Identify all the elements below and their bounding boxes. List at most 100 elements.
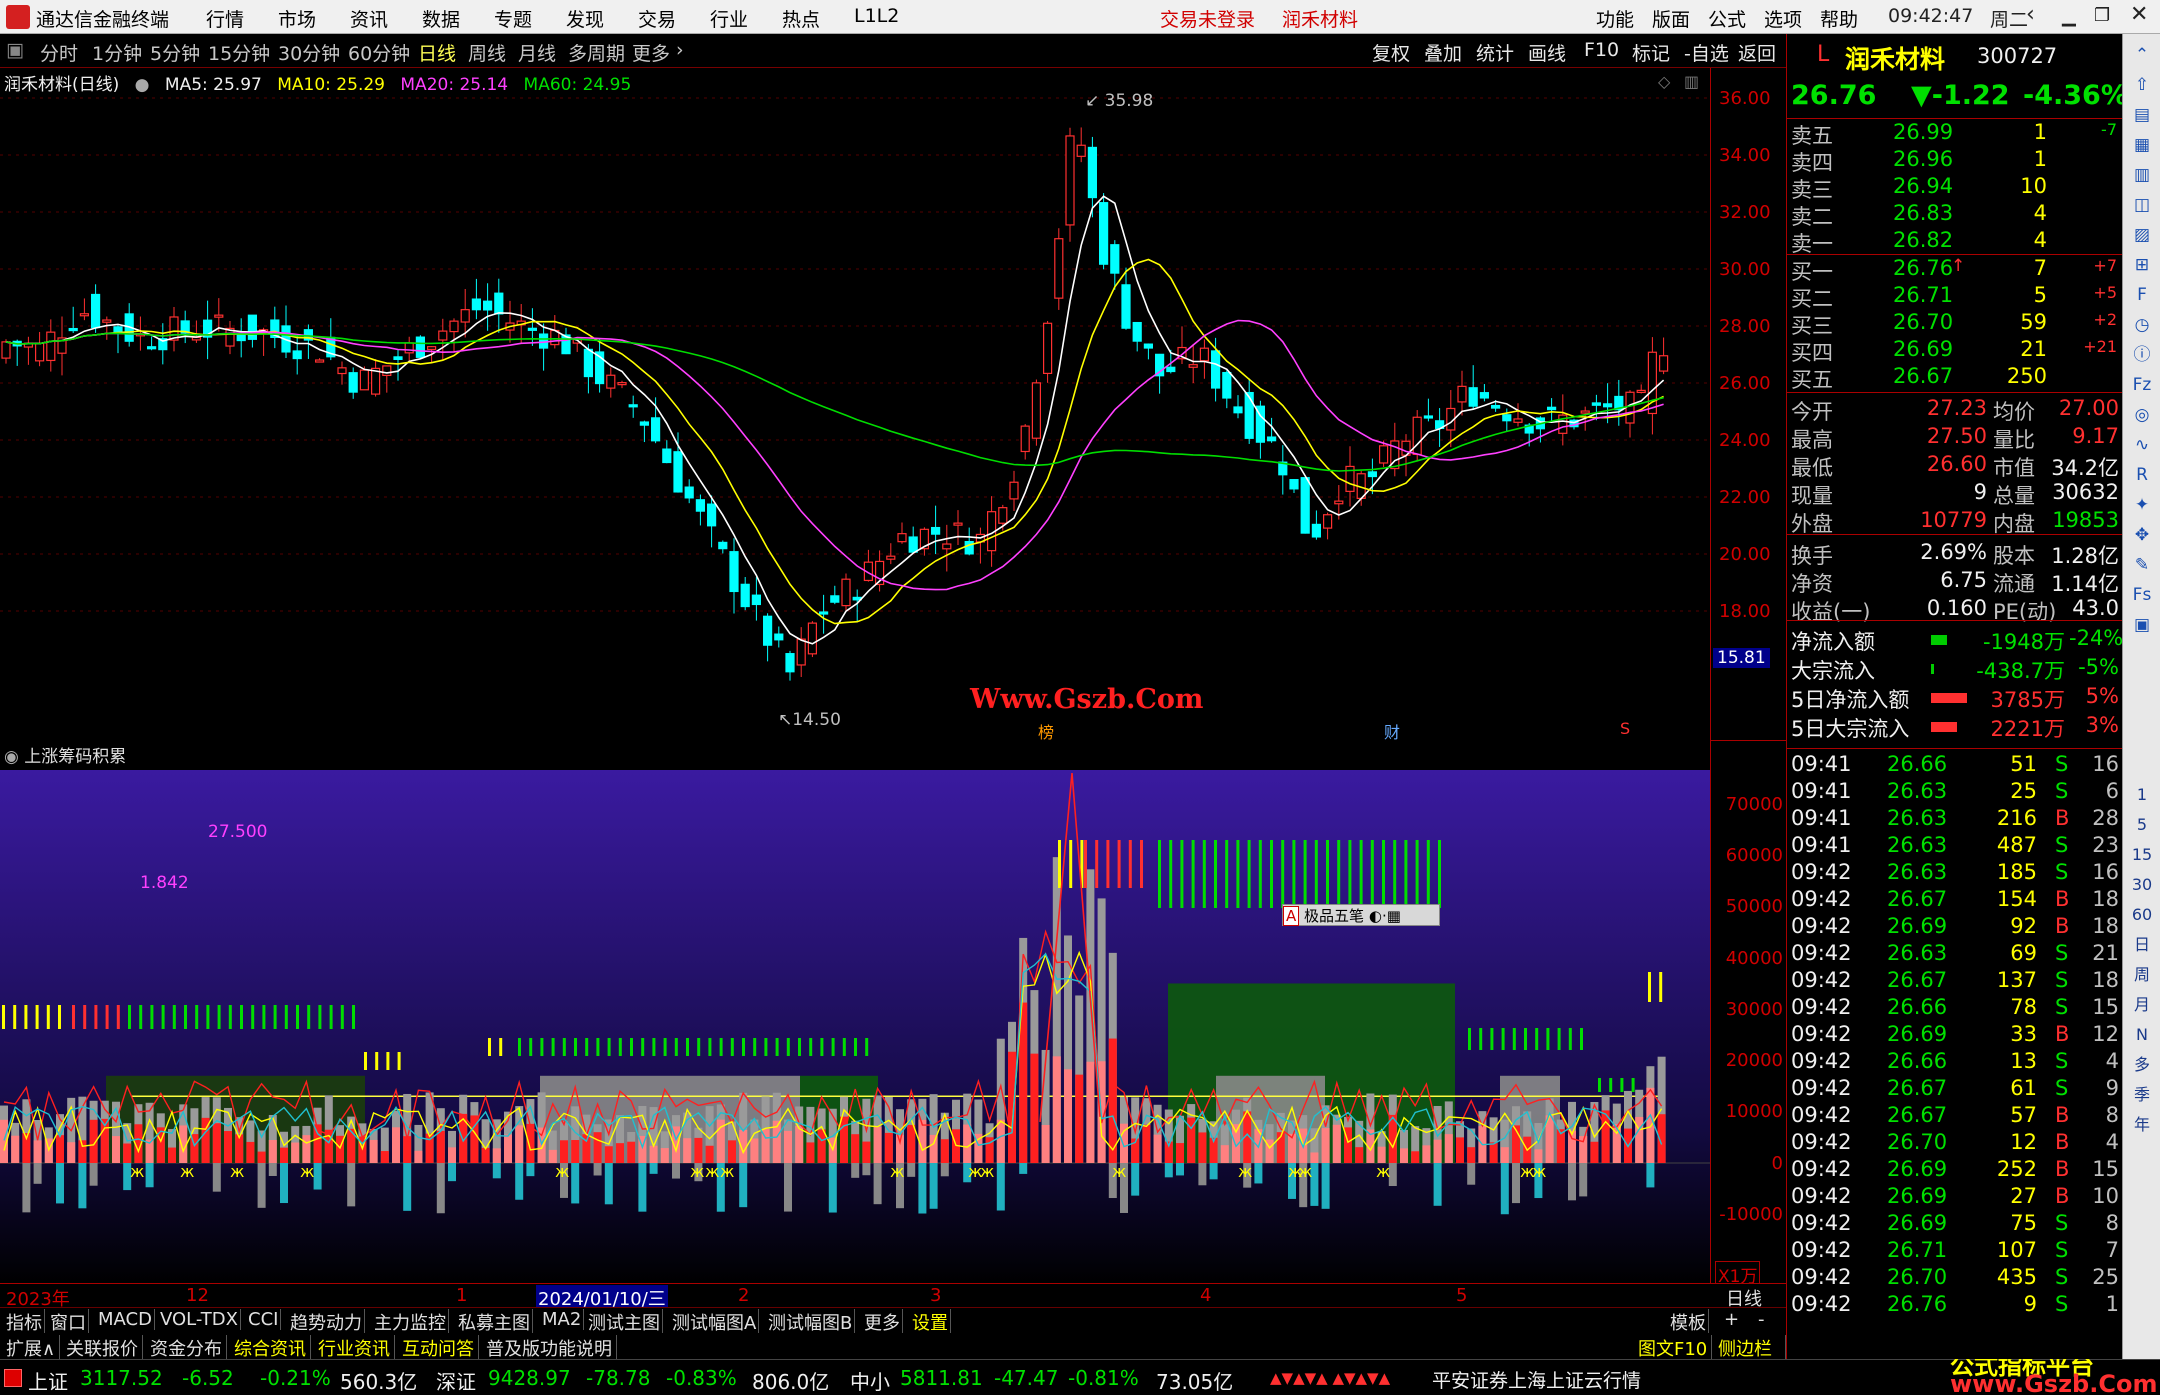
btn-f10-text[interactable]: 图文F10 xyxy=(1634,1335,1713,1361)
sidebar-period-3[interactable]: 30 xyxy=(2129,872,2155,898)
list-icon[interactable]: ▥ xyxy=(2129,162,2155,188)
box-icon[interactable]: ▥ xyxy=(1684,72,1699,91)
menu-item-discover[interactable]: 发现 xyxy=(566,5,604,32)
ask-row[interactable]: 卖三 26.94 10 xyxy=(1787,174,2123,202)
sidebar-period-0[interactable]: 1 xyxy=(2129,782,2155,808)
ime-moon-icon[interactable]: ◐ xyxy=(1369,907,1382,925)
tab-test-main[interactable]: 测试主图 xyxy=(586,1309,663,1335)
tab-ma2[interactable]: MA2 xyxy=(540,1309,585,1330)
sidebar-period-9[interactable]: 多 xyxy=(2129,1052,2155,1078)
flow-icon[interactable]: ▨ xyxy=(2129,222,2155,248)
pen-icon[interactable]: ✎ xyxy=(2129,552,2155,578)
ask-row[interactable]: 卖四 26.96 1 xyxy=(1787,147,2123,175)
close-icon[interactable]: ✕ xyxy=(2130,2,2148,27)
menu-layout[interactable]: 版面 xyxy=(1652,5,1690,32)
btn-remove[interactable]: - xyxy=(1756,1309,1767,1330)
menu-item-market2[interactable]: 市场 xyxy=(278,5,316,32)
btn-add[interactable]: + xyxy=(1722,1309,1741,1330)
ime-popup[interactable]: A 极品五笔 ◐·▦ xyxy=(1282,904,1440,926)
clock-icon[interactable]: ◷ xyxy=(2129,312,2155,338)
chevron-right-icon[interactable]: › xyxy=(676,39,684,61)
menu-function[interactable]: 功能 xyxy=(1596,5,1634,32)
tab-expand[interactable]: 扩展∧ xyxy=(2,1335,61,1361)
menu-item-trade[interactable]: 交易 xyxy=(638,5,676,32)
btn-overlay[interactable]: 叠加 xyxy=(1424,39,1462,66)
restore-icon[interactable]: ❐ xyxy=(2094,5,2110,26)
btn-f10[interactable]: F10 xyxy=(1584,39,1619,61)
ime-kb-icon[interactable]: ▦ xyxy=(1387,907,1401,925)
ask-row[interactable]: 卖一 26.82 4 xyxy=(1787,228,2123,256)
ask-row[interactable]: 卖二 26.83 4 xyxy=(1787,201,2123,229)
btn-mark[interactable]: 标记 xyxy=(1632,39,1670,66)
btn-stats[interactable]: 统计 xyxy=(1476,39,1514,66)
menu-item-l1l2[interactable]: L1L2 xyxy=(854,5,899,27)
btn-back[interactable]: 返回 xyxy=(1738,39,1776,66)
menu-formula[interactable]: 公式 xyxy=(1708,5,1746,32)
tab-industry-news[interactable]: 行业资讯 xyxy=(314,1335,395,1361)
minimize-icon[interactable]: ▁ xyxy=(2062,6,2076,27)
menu-item-market[interactable]: 行情 xyxy=(206,5,244,32)
tab-period-monthly[interactable]: 月线 xyxy=(518,39,556,66)
bid-row[interactable]: 买一 26.76 7 ↑ +7 xyxy=(1787,256,2123,284)
tab-macd[interactable]: MACD xyxy=(96,1309,155,1330)
tab-period-weekly[interactable]: 周线 xyxy=(468,39,506,66)
sidebar-period-7[interactable]: 月 xyxy=(2129,992,2155,1018)
arrows-icon[interactable]: ✥ xyxy=(2129,522,2155,548)
calc-icon[interactable]: ⊞ xyxy=(2129,252,2155,278)
ime-a-icon[interactable]: A xyxy=(1283,906,1300,926)
tab-vol-tdx[interactable]: VOL-TDX xyxy=(158,1309,241,1330)
tab-qa[interactable]: 互动问答 xyxy=(398,1335,479,1361)
tab-period-more[interactable]: 更多 xyxy=(632,39,670,66)
trend-icon[interactable]: ⌃ xyxy=(2129,42,2155,68)
btn-draw[interactable]: 画线 xyxy=(1528,39,1566,66)
grid-icon[interactable]: ▦ xyxy=(2129,132,2155,158)
tab-more[interactable]: 更多 xyxy=(862,1309,903,1335)
wave-icon[interactable]: ∿ xyxy=(2129,432,2155,458)
tab-period-multi[interactable]: 多周期 xyxy=(568,39,625,66)
tab-window[interactable]: 窗口 xyxy=(48,1309,89,1335)
tab-test-b[interactable]: 测试幅图B xyxy=(766,1309,856,1335)
bid-row[interactable]: 买四 26.69 21 +21 xyxy=(1787,337,2123,365)
tab-test-a[interactable]: 测试幅图A xyxy=(670,1309,760,1335)
bid-row[interactable]: 买二 26.71 5 +5 xyxy=(1787,283,2123,311)
btn-template[interactable]: 模板 xyxy=(1668,1309,1709,1335)
index-sh-name[interactable]: 上证 xyxy=(28,1366,68,1395)
menu-item-industry[interactable]: 行业 xyxy=(710,5,748,32)
star-icon[interactable]: ✦ xyxy=(2129,492,2155,518)
tab-period-15min[interactable]: 15分钟 xyxy=(208,39,270,66)
index-sz-name[interactable]: 深证 xyxy=(436,1366,476,1395)
menu-item-topic[interactable]: 专题 xyxy=(494,5,532,32)
collapse-icon[interactable]: ◉ xyxy=(4,747,19,767)
btn-fuquan[interactable]: 复权 xyxy=(1372,39,1410,66)
settings-dot-icon[interactable]: ● xyxy=(135,75,150,95)
tab-cci[interactable]: CCI xyxy=(246,1309,282,1330)
circle-icon[interactable]: ◎ xyxy=(2129,402,2155,428)
sidebar-period-6[interactable]: 周 xyxy=(2129,962,2155,988)
sidebar-period-11[interactable]: 年 xyxy=(2129,1112,2155,1138)
sidebar-period-1[interactable]: 5 xyxy=(2129,812,2155,838)
back-icon[interactable]: ‹ xyxy=(2026,2,2035,27)
tab-settings[interactable]: 设置 xyxy=(910,1309,951,1335)
bid-row[interactable]: 买五 26.67 250 xyxy=(1787,364,2123,392)
index-zx-name[interactable]: 中小 xyxy=(850,1366,890,1395)
tab-help[interactable]: 普及版功能说明 xyxy=(482,1335,617,1361)
btn-watchlist[interactable]: -自选 xyxy=(1684,39,1729,66)
tab-private[interactable]: 私募主图 xyxy=(456,1309,533,1335)
tab-period-1min[interactable]: 1分钟 xyxy=(92,39,142,66)
tab-period-5min[interactable]: 5分钟 xyxy=(150,39,200,66)
bid-row[interactable]: 买三 26.70 59 +2 xyxy=(1787,310,2123,338)
kline-chart[interactable]: ↙ 35.98 ↖14.50 xyxy=(0,68,1710,740)
toolbar-menu-icon[interactable]: ▣ xyxy=(6,39,24,61)
menu-options[interactable]: 选项 xyxy=(1764,5,1802,32)
fz-icon[interactable]: Fz xyxy=(2129,372,2155,398)
sidebar-period-4[interactable]: 60 xyxy=(2129,902,2155,928)
login-status[interactable]: 交易未登录 xyxy=(1160,5,1255,32)
info-icon[interactable]: ⓘ xyxy=(2129,342,2155,368)
sidebar-period-5[interactable]: 日 xyxy=(2129,932,2155,958)
tab-fund-dist[interactable]: 资金分布 xyxy=(146,1335,227,1361)
sidebar-period-2[interactable]: 15 xyxy=(2129,842,2155,868)
diamond-icon[interactable]: ◇ xyxy=(1658,72,1670,91)
tab-news[interactable]: 综合资讯 xyxy=(230,1335,311,1361)
menu-item-hot[interactable]: 热点 xyxy=(782,5,820,32)
tab-main-monitor[interactable]: 主力监控 xyxy=(372,1309,449,1335)
